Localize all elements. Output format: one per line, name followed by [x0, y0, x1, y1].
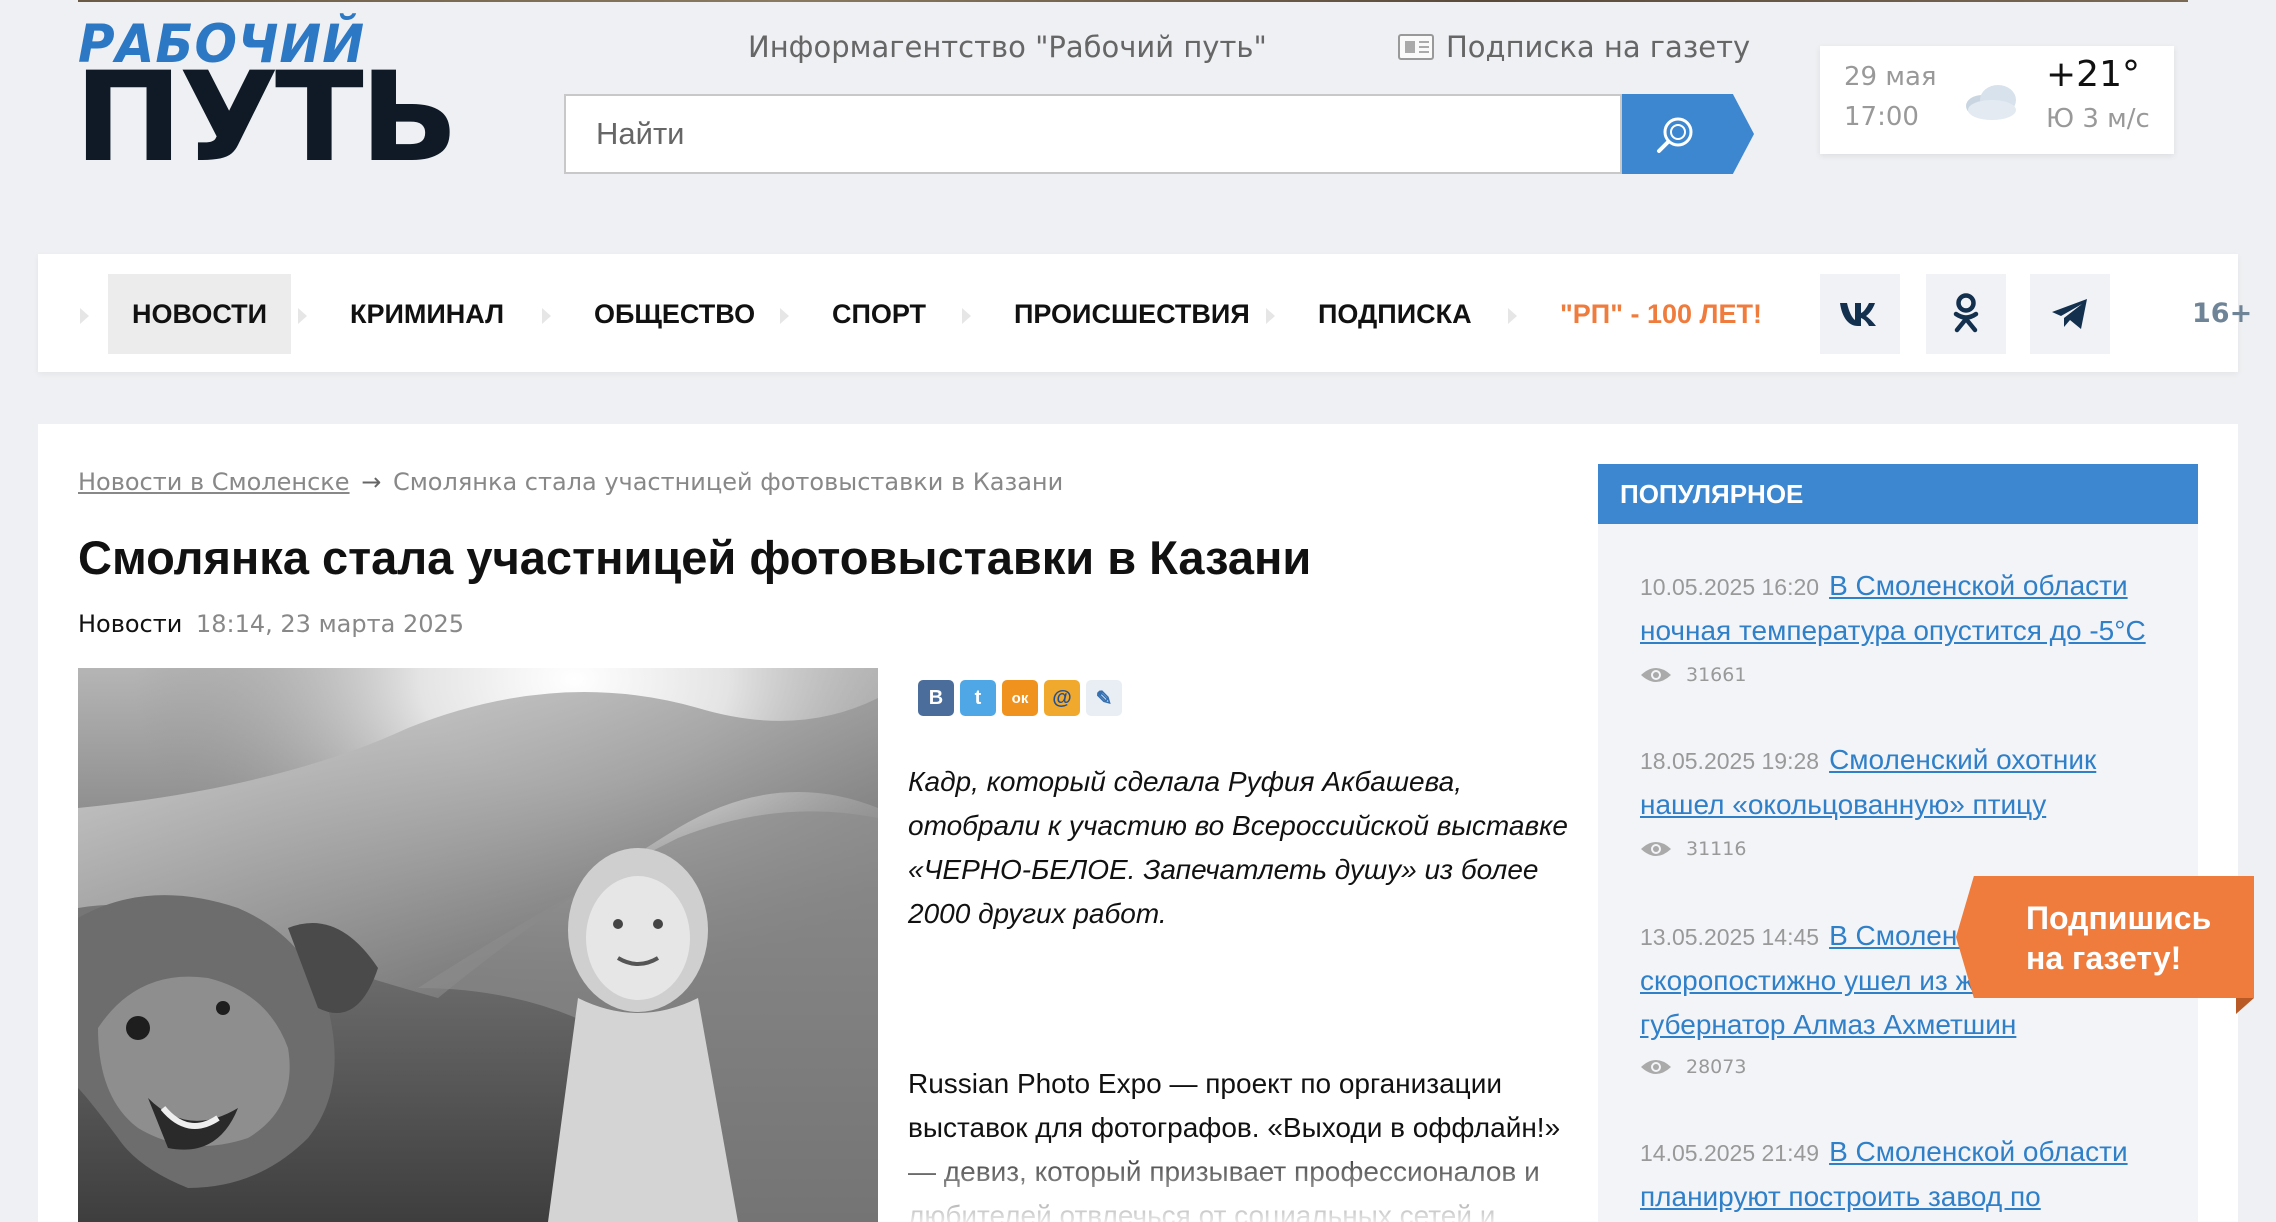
share-twitter-button[interactable]: t: [960, 680, 996, 716]
breadcrumb-separator: →: [361, 468, 382, 496]
popular-item-date: 18.05.2025 19:28: [1640, 748, 1820, 774]
nav-item-100-years[interactable]: "РП" - 100 ЛЕТ!: [1508, 274, 1786, 354]
popular-item: 18.05.2025 19:28 Смоленский охотник нашел…: [1640, 738, 2180, 827]
chevron-right-icon: [780, 308, 789, 324]
chevron-right-icon: [298, 308, 307, 324]
breadcrumb-current: Смолянка стала участницей фотовыставки в…: [392, 468, 1064, 496]
subscribe-banner-line2: на газету!: [2026, 940, 2182, 976]
popular-item-date: 13.05.2025 14:45: [1640, 924, 1820, 950]
main-navigation: НОВОСТИ КРИМИНАЛ ОБЩЕСТВО СПОРТ ПРОИСШЕС…: [38, 254, 2252, 372]
popular-item: 14.05.2025 21:49 В Смоленской области пла…: [1640, 1130, 2180, 1219]
nav-item-sport[interactable]: СПОРТ: [780, 274, 950, 354]
article-datetime: 18:14, 23 марта 2025: [195, 610, 465, 638]
vk-button[interactable]: [1820, 274, 1900, 354]
search-icon: [1657, 117, 1693, 153]
search-bar: [564, 94, 1754, 174]
chevron-right-icon: [962, 308, 971, 324]
nav-item-label: СПОРТ: [832, 298, 927, 329]
weather-wind: Ю 3 м/с: [2046, 104, 2150, 134]
telegram-icon: [2052, 299, 2087, 329]
nav-item-society[interactable]: ОБЩЕСТВО: [542, 274, 779, 354]
subscribe-newspaper-link[interactable]: Подписка на газету: [1398, 30, 1750, 64]
ok-button[interactable]: [1926, 274, 2006, 354]
chevron-right-icon: [80, 308, 89, 324]
eye-icon: [1641, 668, 1671, 682]
weather-temperature: +21°: [2046, 54, 2140, 95]
nav-item-incidents[interactable]: ПРОИСШЕСТВИЯ: [962, 274, 1274, 354]
weather-widget[interactable]: 29 мая 17:00 +21° Ю 3 м/с: [1820, 46, 2174, 154]
popular-item-views: 31116: [1640, 838, 1746, 860]
newspaper-icon: [1398, 34, 1434, 60]
search-input[interactable]: [564, 94, 1622, 174]
popular-item-date: 14.05.2025 21:49: [1640, 1140, 1820, 1166]
agency-link[interactable]: Информагентство "Рабочий путь": [748, 30, 1267, 64]
nav-item-criminal[interactable]: КРИМИНАЛ: [298, 274, 528, 354]
popular-item-date: 10.05.2025 16:20: [1640, 574, 1820, 600]
chevron-right-icon: [1508, 308, 1517, 324]
popular-item-views-count: 31116: [1686, 838, 1747, 860]
breadcrumb: Новости в Смоленске → Смолянка стала уча…: [78, 468, 1063, 496]
popular-item: 10.05.2025 16:20 В Смоленской области ноч…: [1640, 564, 2180, 653]
share-ok-button[interactable]: ок: [1002, 680, 1038, 716]
subscribe-banner-fold: [2236, 998, 2254, 1014]
article-lead: Кадр, который сделала Руфия Акбашева, от…: [908, 766, 1568, 929]
article-photo-image: [78, 668, 878, 1222]
article-category[interactable]: Новости: [78, 610, 182, 638]
eye-icon: [1641, 842, 1671, 856]
subscribe-floating-banner[interactable]: Подпишись на газету!: [1956, 876, 2254, 998]
chevron-right-icon: [1266, 308, 1275, 324]
nav-item-label: КРИМИНАЛ: [350, 298, 505, 329]
popular-item-views: 31661: [1640, 664, 1746, 686]
share-buttons: В t ок @ ✎: [918, 680, 1122, 716]
popular-heading: ПОПУЛЯРНОЕ: [1598, 464, 2198, 524]
logo-line2: ПУТЬ: [74, 46, 459, 190]
telegram-button[interactable]: [2030, 274, 2110, 354]
ok-icon: [1953, 293, 1979, 333]
nav-item-label: ПРОИСШЕСТВИЯ: [1014, 298, 1250, 329]
subscribe-link-label: Подписка на газету: [1446, 30, 1751, 64]
nav-item-label: "РП" - 100 ЛЕТ!: [1560, 298, 1762, 329]
share-vk-button[interactable]: В: [918, 680, 954, 716]
popular-item-views: 28073: [1640, 1056, 1746, 1078]
age-rating: 16+: [2192, 298, 2253, 329]
text-fade-overlay: [900, 1140, 1600, 1222]
popular-item-views-count: 28073: [1686, 1056, 1747, 1078]
nav-item-label: ПОДПИСКА: [1318, 298, 1472, 329]
article-photo[interactable]: [78, 668, 878, 1222]
article-title: Смолянка стала участницей фотовыставки в…: [78, 531, 1312, 584]
eye-icon: [1641, 1060, 1671, 1074]
nav-item-news[interactable]: НОВОСТИ: [80, 274, 292, 354]
breadcrumb-link-news[interactable]: Новости в Смоленске: [78, 468, 350, 496]
search-button[interactable]: [1622, 94, 1754, 174]
weather-date: 29 мая: [1844, 62, 1937, 92]
chevron-right-icon: [542, 308, 551, 324]
share-livejournal-button[interactable]: ✎: [1086, 680, 1122, 716]
share-mail-button[interactable]: @: [1044, 680, 1080, 716]
cloud-icon: [1966, 85, 2016, 120]
top-decorative-strip: [78, 0, 2188, 2]
vk-icon: [1840, 303, 1876, 326]
nav-item-label: ОБЩЕСТВО: [594, 298, 756, 329]
weather-time: 17:00: [1844, 102, 1919, 132]
nav-item-label: НОВОСТИ: [132, 298, 268, 329]
popular-item-views-count: 31661: [1686, 664, 1747, 686]
site-logo[interactable]: РАБОЧИЙ ПУТЬ: [74, 14, 459, 180]
nav-item-subscription[interactable]: ПОДПИСКА: [1266, 274, 1496, 354]
subscribe-banner-line1: Подпишись: [2026, 900, 2212, 936]
article-meta: Новости 18:14, 23 марта 2025: [78, 610, 464, 638]
